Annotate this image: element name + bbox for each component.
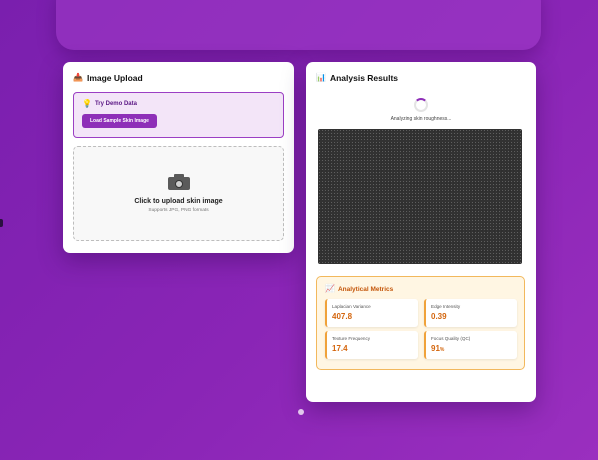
analytical-metrics-box: 📈 Analytical Metrics Laplacian Variance … (316, 276, 525, 370)
demo-title: 💡 Try Demo Data (82, 100, 275, 108)
lightbulb-icon: 💡 (82, 99, 92, 108)
analysis-results-card: 📊 Analysis Results Analyzing skin roughn… (306, 62, 536, 402)
metric-value: 0.39 (431, 312, 447, 321)
header-panel (56, 0, 541, 50)
metrics-title: 📈 Analytical Metrics (325, 285, 516, 293)
metrics-title-text: Analytical Metrics (337, 285, 394, 293)
camera-icon (167, 174, 190, 190)
metrics-grid: Laplacian Variance 407.8 Edge Intensity … (325, 299, 517, 359)
metric-laplacian-variance: Laplacian Variance 407.8 (325, 299, 418, 327)
upload-dropzone[interactable]: Click to upload skin image Supports JPG,… (73, 146, 284, 241)
bar-chart-icon: 📊 (316, 73, 326, 82)
metric-label: Focus Quality (QC) (431, 336, 471, 341)
metric-label: Laplacian Variance (332, 304, 371, 309)
upload-title-text: Image Upload (86, 73, 143, 83)
image-upload-card: 📥 Image Upload 💡 Try Demo Data Load Samp… (63, 62, 294, 253)
results-card-title: 📊 Analysis Results (316, 72, 526, 84)
load-sample-button[interactable]: Load Sample Skin Image (82, 114, 157, 128)
demo-data-box: 💡 Try Demo Data Load Sample Skin Image (73, 92, 284, 138)
demo-title-text: Try Demo Data (94, 101, 137, 107)
upload-card-title: 📥 Image Upload (73, 72, 284, 84)
metric-texture-frequency: Texture Frequency 17.4 (325, 331, 418, 359)
metric-value: 91% (431, 344, 445, 353)
analysis-status-text: Analyzing skin roughness... (390, 116, 452, 122)
metric-value: 407.8 (332, 312, 353, 321)
loading-spinner (414, 98, 428, 112)
edge-handle (0, 219, 3, 227)
trend-chart-icon: 📈 (325, 284, 335, 293)
metric-label: Edge Intensity (431, 304, 461, 309)
results-title-text: Analysis Results (329, 73, 398, 83)
metric-value: 17.4 (332, 344, 348, 353)
dropzone-subtitle: Supports JPG, PNG formats (148, 208, 209, 213)
dropzone-title: Click to upload skin image (134, 198, 223, 205)
metric-focus-quality: Focus Quality (QC) 91% (424, 331, 517, 359)
metric-label: Texture Frequency (332, 336, 371, 341)
page-indicator-dot[interactable] (298, 409, 304, 415)
skin-image-preview (318, 129, 522, 264)
metric-edge-intensity: Edge Intensity 0.39 (424, 299, 517, 327)
upload-tray-icon: 📥 (73, 73, 83, 82)
